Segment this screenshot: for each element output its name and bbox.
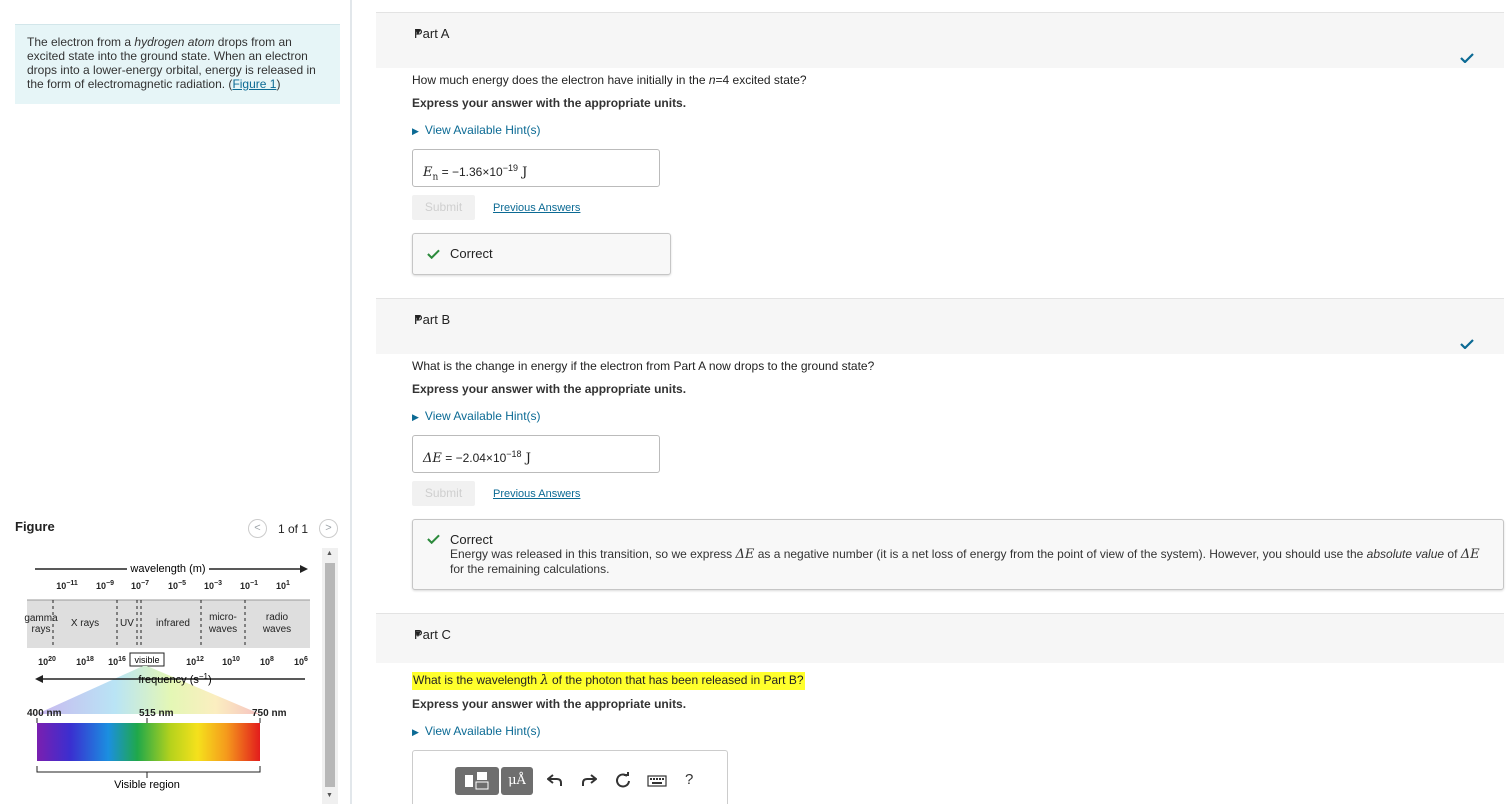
band-radio-2: waves — [262, 624, 291, 635]
check-icon — [1460, 53, 1474, 63]
band-infrared: infrared — [156, 618, 190, 629]
part-a-submit-button[interactable]: Submit — [412, 195, 475, 220]
arrow-head-left — [35, 675, 43, 683]
figure-scroll-thumb[interactable] — [325, 563, 335, 787]
part-b-correct-title: Correct — [450, 532, 493, 547]
frequency-label: frequency (s−1) — [138, 672, 211, 686]
part-b-question: What is the change in energy if the elec… — [412, 359, 875, 373]
part-c-hints-link[interactable]: ▶ View Available Hint(s) — [412, 724, 541, 738]
nm-750-label: 750 nm — [252, 708, 287, 719]
part-c-label: Part C — [414, 627, 451, 642]
chevron-left-icon: < — [254, 522, 261, 534]
part-b-feedback: Correct Energy was released in this tran… — [412, 519, 1504, 590]
figure-title: Figure — [15, 519, 55, 534]
part-b-header[interactable]: ▼ Part B — [376, 298, 1504, 354]
figure-link[interactable]: Figure 1 — [232, 77, 276, 91]
part-b-instruction: Express your answer with the appropriate… — [412, 382, 687, 396]
em-spectrum-figure: wavelength (m) 10−11 10−9 10−7 10−5 10−3… — [24, 561, 310, 791]
wl-tick-7: 101 — [276, 580, 290, 591]
check-icon — [427, 534, 440, 544]
left-panel: The electron from a hydrogen atom drops … — [0, 0, 350, 804]
freq-tick-2: 1018 — [76, 656, 94, 667]
freq-tick-4: 1012 — [186, 656, 204, 667]
part-a-question: How much energy does the electron have i… — [412, 73, 807, 87]
part-b-hints-link[interactable]: ▶ View Available Hint(s) — [412, 409, 541, 423]
keyboard-icon[interactable] — [647, 775, 667, 787]
part-a-label: Part A — [414, 26, 450, 41]
band-micro-1: micro- — [209, 612, 237, 623]
templates-button[interactable] — [455, 767, 499, 795]
freq-tick-7: 106 — [294, 656, 308, 667]
intro-text-3: ) — [276, 77, 281, 91]
figure-prev-button[interactable]: < — [248, 519, 267, 538]
band-gamma-2: rays — [32, 624, 51, 635]
part-b-label: Part B — [414, 312, 451, 327]
freq-tick-3: 1016 — [108, 656, 126, 667]
part-c-header[interactable]: ▼ Part C — [376, 613, 1504, 663]
part-b-feedback-text: Energy was released in this transition, … — [450, 547, 1480, 576]
part-b-answer-field[interactable]: ΔE = −2.04×10−18 J — [412, 435, 660, 473]
band-gamma-1: gamma — [24, 613, 58, 624]
units-button[interactable]: μÅ — [501, 767, 533, 795]
band-micro-2: waves — [208, 624, 237, 635]
check-icon — [1460, 339, 1474, 349]
figure-count: 1 of 1 — [278, 522, 309, 536]
part-a-answer-field[interactable]: En = −1.36×10−19 J — [412, 149, 660, 187]
scroll-up-icon[interactable]: ▲ — [326, 550, 333, 557]
part-a-header[interactable]: ▼ Part A — [376, 12, 1504, 68]
wl-tick-6: 10−1 — [240, 580, 258, 591]
undo-icon[interactable] — [547, 773, 563, 787]
band-uv: UV — [120, 618, 134, 629]
chevron-right-icon: > — [325, 522, 332, 534]
visible-region-bracket — [36, 766, 261, 773]
part-c-instruction: Express your answer with the appropriate… — [412, 697, 687, 711]
part-b-submit-button[interactable]: Submit — [412, 481, 475, 506]
part-a-previous-answers-link[interactable]: Previous Answers — [493, 202, 580, 214]
scroll-down-icon[interactable]: ▼ — [326, 792, 333, 799]
band-xrays: X rays — [71, 618, 99, 629]
problem-intro: The electron from a hydrogen atom drops … — [15, 24, 340, 104]
triangle-right-icon: ▶ — [412, 126, 419, 136]
help-button[interactable]: ? — [685, 771, 693, 788]
check-icon — [427, 249, 440, 259]
triangle-right-icon: ▶ — [412, 727, 419, 737]
templates-icon — [465, 772, 489, 790]
visible-spectrum-bar — [37, 723, 260, 761]
freq-tick-5: 1010 — [222, 656, 240, 667]
band-radio-1: radio — [266, 612, 289, 623]
visible-region-label: Visible region — [114, 779, 180, 791]
wavelength-label: wavelength (m) — [129, 563, 205, 575]
intro-text-1: The electron from a — [27, 35, 135, 49]
arrow-head-right — [300, 565, 308, 573]
right-panel: ▼ Part A How much energy does the electr… — [352, 0, 1506, 804]
wl-tick-1: 10−11 — [56, 580, 78, 591]
wl-tick-5: 10−3 — [204, 580, 222, 591]
part-a-hints-link[interactable]: ▶ View Available Hint(s) — [412, 123, 541, 137]
wl-tick-3: 10−7 — [131, 580, 149, 591]
reset-icon[interactable] — [615, 772, 631, 788]
part-a-correct-title: Correct — [450, 246, 493, 261]
wl-tick-4: 10−5 — [168, 580, 186, 591]
answer-toolbar: μÅ ? — [412, 750, 728, 804]
part-a-feedback: Correct — [412, 233, 671, 275]
freq-tick-6: 108 — [260, 656, 274, 667]
figure-next-button[interactable]: > — [319, 519, 338, 538]
part-a-instruction: Express your answer with the appropriate… — [412, 96, 687, 110]
wl-tick-2: 10−9 — [96, 580, 114, 591]
visible-label: visible — [134, 655, 159, 665]
intro-emphasis: hydrogen atom — [134, 35, 215, 49]
triangle-right-icon: ▶ — [412, 412, 419, 422]
redo-icon[interactable] — [581, 773, 597, 787]
nm-515-label: 515 nm — [139, 708, 174, 719]
freq-tick-1: 1020 — [38, 656, 56, 667]
nm-400-label: 400 nm — [27, 708, 62, 719]
part-b-previous-answers-link[interactable]: Previous Answers — [493, 488, 580, 500]
part-c-question: What is the wavelength λ of the photon t… — [412, 672, 805, 690]
